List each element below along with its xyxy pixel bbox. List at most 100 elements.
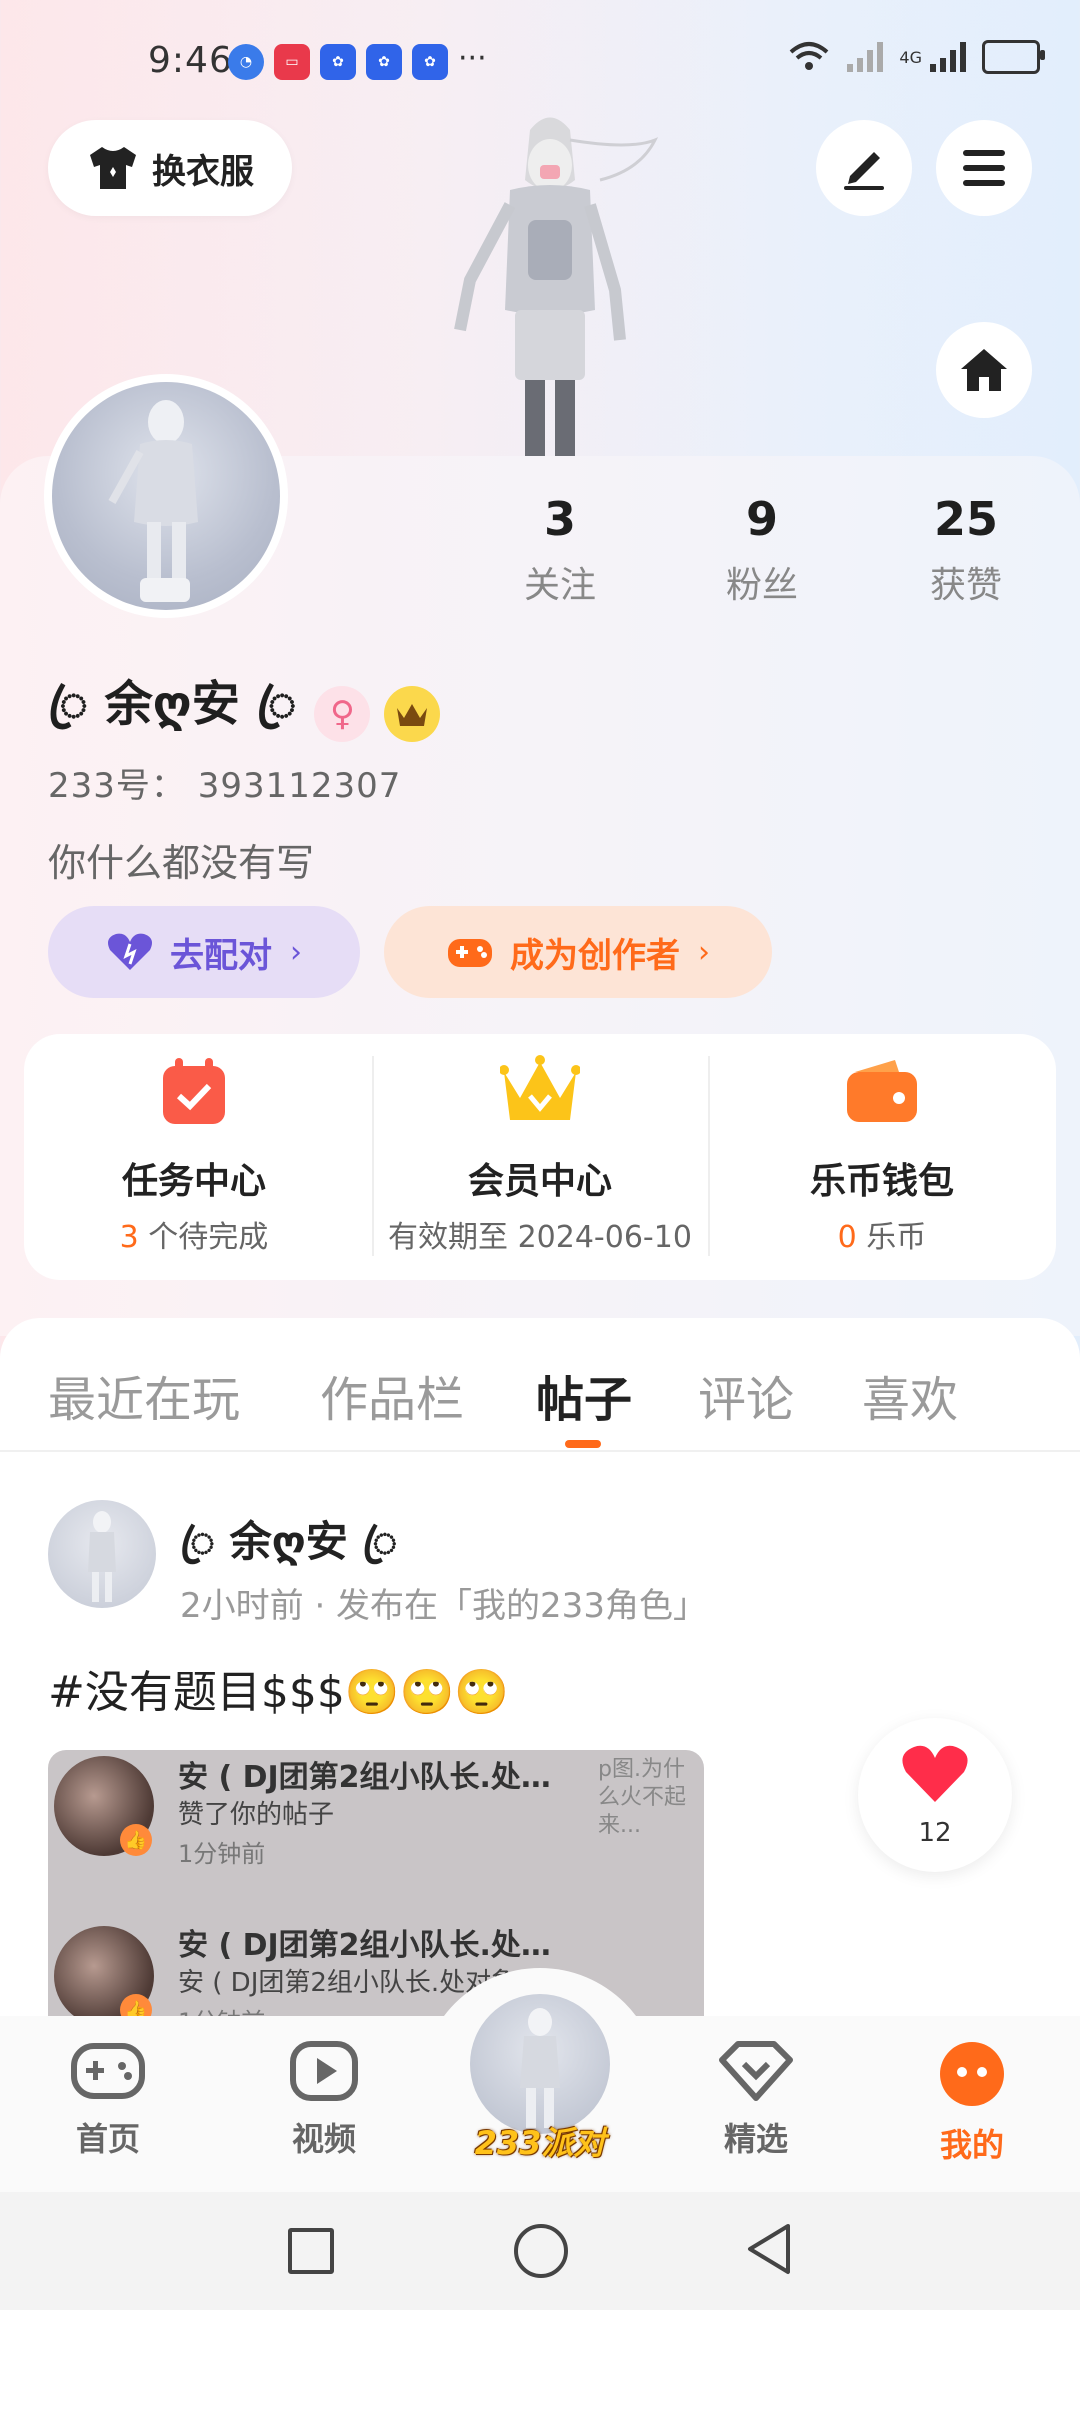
nav-party[interactable] (470, 1994, 610, 2134)
battery-icon (982, 40, 1045, 74)
coin-sub-text: 乐币 (856, 1220, 927, 1255)
post-image[interactable]: 👍 安 ( DJ团第2组小队长.处… 赞了你的帖子 1分钟前 p图.为什么火不起… (48, 1750, 704, 2016)
nav-me[interactable]: 我的 (912, 2040, 1032, 2166)
vip-center[interactable]: 会员中心 有效期至 2024-06-10 (370, 1034, 710, 1280)
notification-row: 👍 安 ( DJ团第2组小队长.处… 赞了你的帖子 1分钟前 p图.为什么火不起… (48, 1750, 704, 1890)
nickname-row: ꦿ 余ღ安 ꦿ ♀ (48, 664, 441, 764)
home-circle-icon[interactable] (514, 2224, 568, 2278)
nav-featured[interactable]: 精选 (696, 2040, 816, 2160)
browser-app-icon: ◔ (228, 44, 264, 80)
change-outfit-label: 换衣服 (152, 151, 254, 192)
profile-avatar (52, 382, 280, 610)
signal-icon (847, 42, 884, 72)
gamepad-icon (71, 2043, 145, 2099)
huawei-app-icon: ▭ (274, 44, 310, 80)
baidu-app-icon: ✿ (320, 44, 356, 80)
play-video-icon (290, 2041, 358, 2101)
task-sub-text: 个待完成 (138, 1220, 269, 1255)
vip-center-title: 会员中心 (467, 1161, 612, 1202)
thumbs-up-badge-icon: 👍 (120, 1824, 152, 1856)
status-time: 9:46 (148, 40, 233, 81)
more-notifications-icon: ··· (458, 41, 487, 76)
coin-count: 0 (837, 1220, 857, 1255)
profile-avatar-ring[interactable] (44, 374, 288, 618)
nav-video[interactable]: 视频 (264, 2040, 384, 2160)
home-button[interactable] (936, 322, 1032, 418)
bio[interactable]: 你什么都没有写 (48, 832, 314, 887)
network-type: 4G (899, 47, 922, 67)
notification-time: 1分钟前 (178, 1840, 266, 1868)
character-avatar-figure[interactable] (400, 110, 690, 460)
heart-icon (902, 1745, 968, 1802)
tshirt-icon (90, 147, 136, 189)
divider (708, 1056, 710, 1256)
notification-name: 安 ( DJ团第2组小队长.处… (178, 1928, 551, 1963)
post-author-avatar[interactable] (48, 1500, 156, 1608)
stat-followers[interactable]: 9 粉丝 (702, 492, 822, 608)
nav-home[interactable]: 首页 (48, 2040, 168, 2160)
stat-followers-value: 9 (745, 492, 778, 546)
match-button-label: 去配对 (170, 935, 272, 976)
nickname: ꦿ 余ღ安 ꦿ (48, 676, 297, 732)
nav-me-label: 我的 (939, 2126, 1004, 2164)
tab-posts[interactable]: 帖子 (536, 1360, 632, 1430)
house-icon (961, 349, 1007, 391)
user-id: 233号： 393112307 (48, 766, 402, 806)
nav-party-label[interactable]: 233派对 (470, 2118, 610, 2164)
wallet-icon (847, 1060, 917, 1122)
notification-preview: p图.为什么火不起来... (598, 1757, 687, 1838)
pen-icon (844, 152, 884, 190)
chevron-right-icon: › (698, 934, 710, 970)
floating-like-button[interactable]: 12 (858, 1718, 1012, 1872)
stat-followers-label: 粉丝 (725, 565, 798, 606)
menu-button[interactable] (936, 120, 1032, 216)
tab-recently-played[interactable]: 最近在玩 (48, 1360, 240, 1430)
task-center-title: 任务中心 (121, 1161, 266, 1202)
gender-female-icon: ♀ (314, 686, 371, 742)
become-creator-label: 成为创作者 (510, 935, 680, 976)
notification-name: 安 ( DJ团第2组小队长.处… (178, 1760, 551, 1795)
tab-likes[interactable]: 喜欢 (862, 1360, 958, 1430)
active-tab-indicator (565, 1440, 601, 1448)
hamburger-menu-icon (963, 150, 1005, 186)
tabs-divider (0, 1450, 1080, 1452)
task-center-sub: 3 个待完成 (24, 1212, 364, 1256)
crown-icon (500, 1055, 580, 1120)
avatar-figure-image (520, 2008, 560, 2128)
coin-wallet-title: 乐币钱包 (809, 1161, 954, 1202)
smiley-icon (940, 2042, 1004, 2106)
post-title[interactable]: #没有题目$$$🙄🙄🙄 (48, 1656, 509, 1720)
gamepad-icon (448, 939, 492, 967)
coin-wallet[interactable]: 乐币钱包 0 乐币 (712, 1034, 1052, 1280)
stat-following-label: 关注 (523, 565, 596, 606)
like-count: 12 (918, 1818, 952, 1848)
tab-comments[interactable]: 评论 (698, 1360, 794, 1430)
task-center[interactable]: 任务中心 3 个待完成 (24, 1034, 364, 1280)
back-triangle-icon[interactable] (744, 2222, 794, 2276)
edit-button[interactable] (816, 120, 912, 216)
task-count: 3 (119, 1220, 139, 1255)
become-creator-button[interactable]: 成为创作者 › (384, 906, 772, 998)
change-outfit-button[interactable]: 换衣服 (48, 120, 292, 216)
status-right: 4G (787, 40, 1045, 74)
post-meta: 2小时前 · 发布在「我的233角色」 (180, 1586, 707, 1626)
nav-home-label: 首页 (75, 2120, 140, 2158)
tab-works[interactable]: 作品栏 (320, 1360, 464, 1430)
wifi-icon (790, 42, 829, 70)
recent-apps-icon[interactable] (288, 2228, 334, 2274)
stat-following-value: 3 (543, 492, 576, 546)
nav-featured-label: 精选 (723, 2120, 788, 2158)
heart-icon (108, 933, 152, 970)
signal-icon (930, 42, 966, 72)
vip-expiry: 有效期至 2024-06-10 (388, 1220, 692, 1255)
stat-likes-label: 获赞 (929, 565, 1002, 606)
baidu-app-icon: ✿ (412, 44, 448, 80)
stat-following[interactable]: 3 关注 (500, 492, 620, 608)
stat-likes-value: 25 (933, 492, 998, 546)
match-button[interactable]: 去配对 › (48, 906, 360, 998)
notification-action: 赞了你的帖子 (178, 1800, 335, 1830)
stat-likes[interactable]: 25 获赞 (906, 492, 1026, 608)
crown-badge-icon[interactable] (384, 686, 441, 742)
services-card: 任务中心 3 个待完成 会员中心 有效期至 2024-06-10 乐币钱包 0 … (24, 1034, 1056, 1280)
nav-video-label: 视频 (291, 2120, 356, 2158)
